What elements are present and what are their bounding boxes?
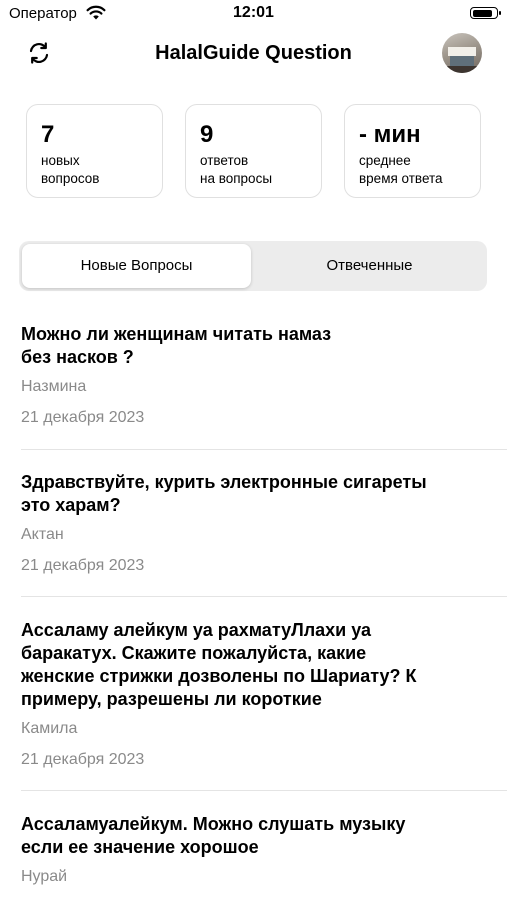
nav-bar: HalalGuide Question bbox=[0, 30, 507, 76]
stat-label: среднее время ответа bbox=[359, 153, 443, 186]
tab-answered[interactable]: Отвеченные bbox=[255, 244, 484, 288]
clock: 12:01 bbox=[233, 4, 274, 21]
battery-icon bbox=[470, 7, 501, 19]
avatar[interactable] bbox=[442, 33, 482, 73]
stat-value: 9 bbox=[200, 121, 214, 148]
question-title: Можно ли женщинам читать намаз без наско… bbox=[21, 324, 332, 367]
stat-card-new-questions: 7 новых вопросов bbox=[26, 104, 163, 198]
list-item[interactable]: Можно ли женщинам читать намаз без наско… bbox=[21, 323, 491, 427]
question-date: 21 декабря 2023 bbox=[21, 751, 145, 768]
stat-card-answers: 9 ответов на вопросы bbox=[185, 104, 322, 198]
question-author: Назмина bbox=[21, 378, 87, 395]
segmented-control: Новые Вопросы Отвеченные bbox=[19, 241, 487, 291]
tab-new-questions[interactable]: Новые Вопросы bbox=[22, 244, 251, 288]
question-title: Ассаламуалейкум. Можно слушать музыку ес… bbox=[21, 814, 406, 857]
divider bbox=[21, 596, 507, 597]
question-date: 21 декабря 2023 bbox=[21, 557, 145, 574]
list-item[interactable]: Здравствуйте, курить электронные сигарет… bbox=[21, 471, 491, 575]
stats-row: 7 новых вопросов 9 ответов на вопросы - … bbox=[26, 104, 482, 200]
stat-value: 7 bbox=[41, 121, 55, 148]
question-date: 21 декабря 2023 bbox=[21, 409, 145, 426]
stat-label: новых вопросов bbox=[41, 153, 100, 186]
question-author: Камила bbox=[21, 720, 78, 737]
status-bar: Оператор 12:01 bbox=[0, 0, 507, 30]
list-item[interactable]: Ассаламу алейкум уа рахматуЛлахи уа бара… bbox=[21, 619, 491, 769]
stat-card-avg-time: - мин среднее время ответа bbox=[344, 104, 481, 198]
question-author: Актан bbox=[21, 526, 64, 543]
question-title: Ассаламу алейкум уа рахматуЛлахи уа бара… bbox=[21, 620, 417, 709]
page-title: HalalGuide Question bbox=[155, 42, 352, 64]
list-item[interactable]: Ассаламуалейкум. Можно слушать музыку ес… bbox=[21, 813, 491, 886]
divider bbox=[21, 449, 507, 450]
stat-label: ответов на вопросы bbox=[200, 153, 273, 186]
question-author: Нурай bbox=[21, 868, 68, 885]
divider bbox=[21, 790, 507, 791]
stat-value: - мин bbox=[359, 121, 421, 148]
question-title: Здравствуйте, курить электронные сигарет… bbox=[21, 472, 427, 515]
battery-level bbox=[472, 9, 493, 17]
